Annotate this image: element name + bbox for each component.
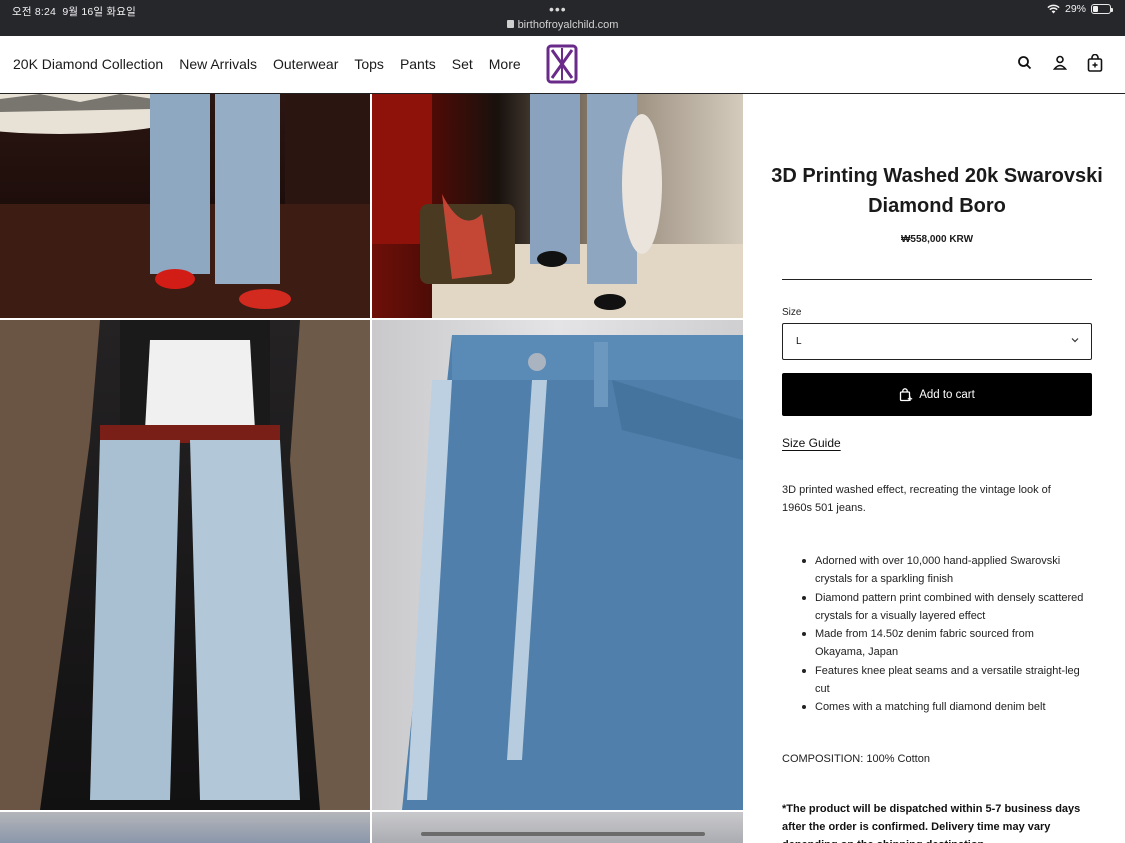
list-item: Comes with a matching full diamond denim… bbox=[802, 698, 1087, 716]
nav-item-more[interactable]: More bbox=[489, 56, 521, 72]
status-time: 오전 8:24 9월 16일 화요일 bbox=[12, 6, 136, 18]
list-item: Diamond pattern print combined with dens… bbox=[802, 589, 1087, 626]
site-header: 20K Diamond Collection New Arrivals Oute… bbox=[0, 36, 1125, 94]
product-title: 3D Printing Washed 20k Swarovski Diamond… bbox=[771, 165, 1103, 217]
feature-list: Adorned with over 10,000 hand-applied Sw… bbox=[802, 552, 1087, 717]
divider bbox=[782, 279, 1092, 280]
battery-icon bbox=[1091, 4, 1113, 14]
header-icons bbox=[1017, 53, 1103, 72]
size-guide-link[interactable]: Size Guide bbox=[782, 436, 841, 450]
battery-percent: 29% bbox=[1064, 3, 1086, 15]
home-indicator bbox=[421, 832, 705, 836]
address-bar[interactable]: birthofroyalchild.com bbox=[0, 19, 1125, 31]
nav-item-tops[interactable]: Tops bbox=[354, 56, 384, 72]
nav-item-pants[interactable]: Pants bbox=[400, 56, 436, 72]
nav-item-20k-diamond-collection[interactable]: 20K Diamond Collection bbox=[13, 56, 163, 72]
product-description: 3D printed washed effect, recreating the… bbox=[782, 484, 1051, 514]
add-to-cart-icon bbox=[900, 387, 913, 401]
status-indicators: 29% bbox=[1047, 3, 1113, 15]
list-item: Adorned with over 10,000 hand-applied Sw… bbox=[802, 552, 1087, 589]
product-image-1[interactable] bbox=[0, 94, 370, 318]
lock-icon bbox=[506, 20, 514, 28]
product-image-5[interactable] bbox=[0, 812, 370, 843]
wifi-icon bbox=[1047, 4, 1060, 14]
cart-icon[interactable] bbox=[1087, 53, 1103, 72]
product-image-2[interactable] bbox=[372, 94, 743, 318]
brand-logo[interactable] bbox=[546, 44, 578, 84]
composition-text: COMPOSITION: 100% Cotton bbox=[782, 753, 930, 765]
product-gallery bbox=[0, 94, 743, 843]
search-icon[interactable] bbox=[1017, 54, 1033, 72]
product-info-panel: 3D Printing Washed 20k Swarovski Diamond… bbox=[743, 94, 1125, 843]
size-select-value: L bbox=[796, 336, 802, 347]
main-nav: 20K Diamond Collection New Arrivals Oute… bbox=[13, 56, 537, 72]
size-label: Size bbox=[782, 307, 802, 318]
add-to-cart-label: Add to cart bbox=[919, 388, 975, 401]
nav-item-set[interactable]: Set bbox=[452, 56, 473, 72]
chevron-down-icon bbox=[1071, 338, 1079, 343]
size-select[interactable]: L bbox=[782, 323, 1092, 360]
product-image-4[interactable] bbox=[372, 320, 743, 810]
dispatch-note: *The product will be dispatched within 5… bbox=[782, 803, 1081, 843]
nav-item-new-arrivals[interactable]: New Arrivals bbox=[179, 56, 257, 72]
account-icon[interactable] bbox=[1052, 54, 1068, 72]
nav-item-outerwear[interactable]: Outerwear bbox=[273, 56, 338, 72]
list-item: Features knee pleat seams and a versatil… bbox=[802, 662, 1087, 699]
ios-status-bar: 오전 8:24 9월 16일 화요일 ••• birthofroyalchild… bbox=[0, 0, 1125, 36]
list-item: Made from 14.50z denim fabric sourced fr… bbox=[802, 625, 1087, 662]
add-to-cart-button[interactable]: Add to cart bbox=[782, 373, 1092, 416]
product-image-6[interactable] bbox=[372, 812, 743, 843]
tab-overview-dots[interactable]: ••• bbox=[549, 1, 567, 17]
product-price: ₩558,000 KRW bbox=[900, 234, 974, 245]
product-image-3[interactable] bbox=[0, 320, 370, 810]
